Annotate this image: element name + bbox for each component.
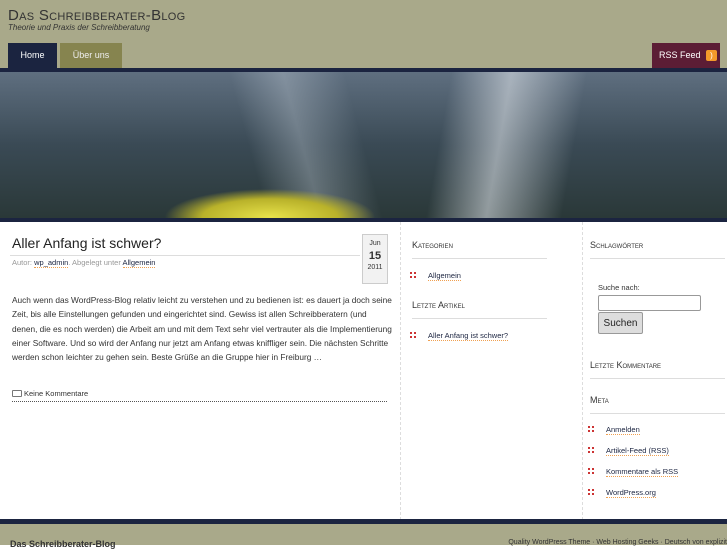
bullet-icon — [410, 332, 416, 338]
bullet-icon — [410, 272, 416, 278]
meta-link-comments-feed[interactable]: Kommentare als RSS — [606, 467, 679, 477]
column-divider — [400, 222, 401, 520]
search-label: Suche nach: — [598, 283, 640, 292]
bullet-icon — [588, 489, 594, 495]
bullet-icon — [588, 447, 594, 453]
search-button[interactable]: Suchen — [598, 312, 643, 334]
post-body: Auch wenn das WordPress-Blog relativ lei… — [12, 295, 392, 363]
footer-title: Das Schreibberater-Blog — [10, 539, 116, 549]
date-day: 15 — [368, 250, 382, 262]
tags-title: Schlagwörter — [590, 240, 725, 259]
filed-prefix: . Abgelegt unter — [68, 258, 121, 267]
post-date: Jun 15 2011 — [362, 234, 388, 284]
author-link[interactable]: wp_admin — [34, 258, 69, 268]
rss-feed-button[interactable]: RSS Feed) — [652, 43, 720, 68]
post-title[interactable]: Aller Anfang ist schwer? — [12, 235, 161, 251]
rss-feed-label: RSS Feed — [659, 50, 701, 60]
date-year: 2011 — [367, 264, 383, 271]
meta-link-login[interactable]: Anmelden — [606, 425, 640, 435]
column-divider — [582, 222, 583, 520]
meta-link-posts-feed[interactable]: Artikel-Feed (RSS) — [606, 446, 669, 456]
rss-icon: ) — [706, 50, 717, 61]
site-footer: Das Schreibberater-Blog Quality WordPres… — [0, 519, 727, 549]
header-banner-image — [0, 68, 727, 222]
bullet-icon — [588, 426, 594, 432]
meta-title: Meta — [590, 395, 725, 414]
post-meta: Autor: wp_admin. Abgelegt unter Allgemei… — [12, 258, 156, 268]
author-prefix: Autor: — [12, 258, 33, 267]
tab-about[interactable]: Über uns — [60, 43, 122, 68]
site-title[interactable]: Das Schreibberater-Blog — [8, 7, 186, 24]
comments-link[interactable]: Keine Kommentare — [12, 389, 387, 402]
comments-label: Keine Kommentare — [24, 389, 89, 398]
site-tagline: Theorie und Praxis der Schreibberatung — [8, 23, 150, 32]
categories-title: Kategorien — [412, 240, 547, 259]
recent-comments-title: Letzte Kommentare — [590, 360, 725, 379]
date-month: Jun — [369, 240, 381, 247]
tab-home[interactable]: Home — [8, 43, 57, 68]
category-link[interactable]: Allgemein — [122, 258, 156, 268]
bullet-icon — [588, 468, 594, 474]
category-link[interactable]: Allgemein — [428, 271, 461, 281]
meta-link-wordpress[interactable]: WordPress.org — [606, 488, 656, 498]
search-input[interactable] — [598, 295, 701, 311]
recent-posts-title: Letzte Artikel — [412, 300, 547, 319]
comment-icon — [12, 390, 22, 397]
recent-post-link[interactable]: Aller Anfang ist schwer? — [428, 331, 509, 341]
site-header: Das Schreibberater-Blog Theorie und Prax… — [0, 0, 727, 68]
divider — [10, 255, 360, 256]
